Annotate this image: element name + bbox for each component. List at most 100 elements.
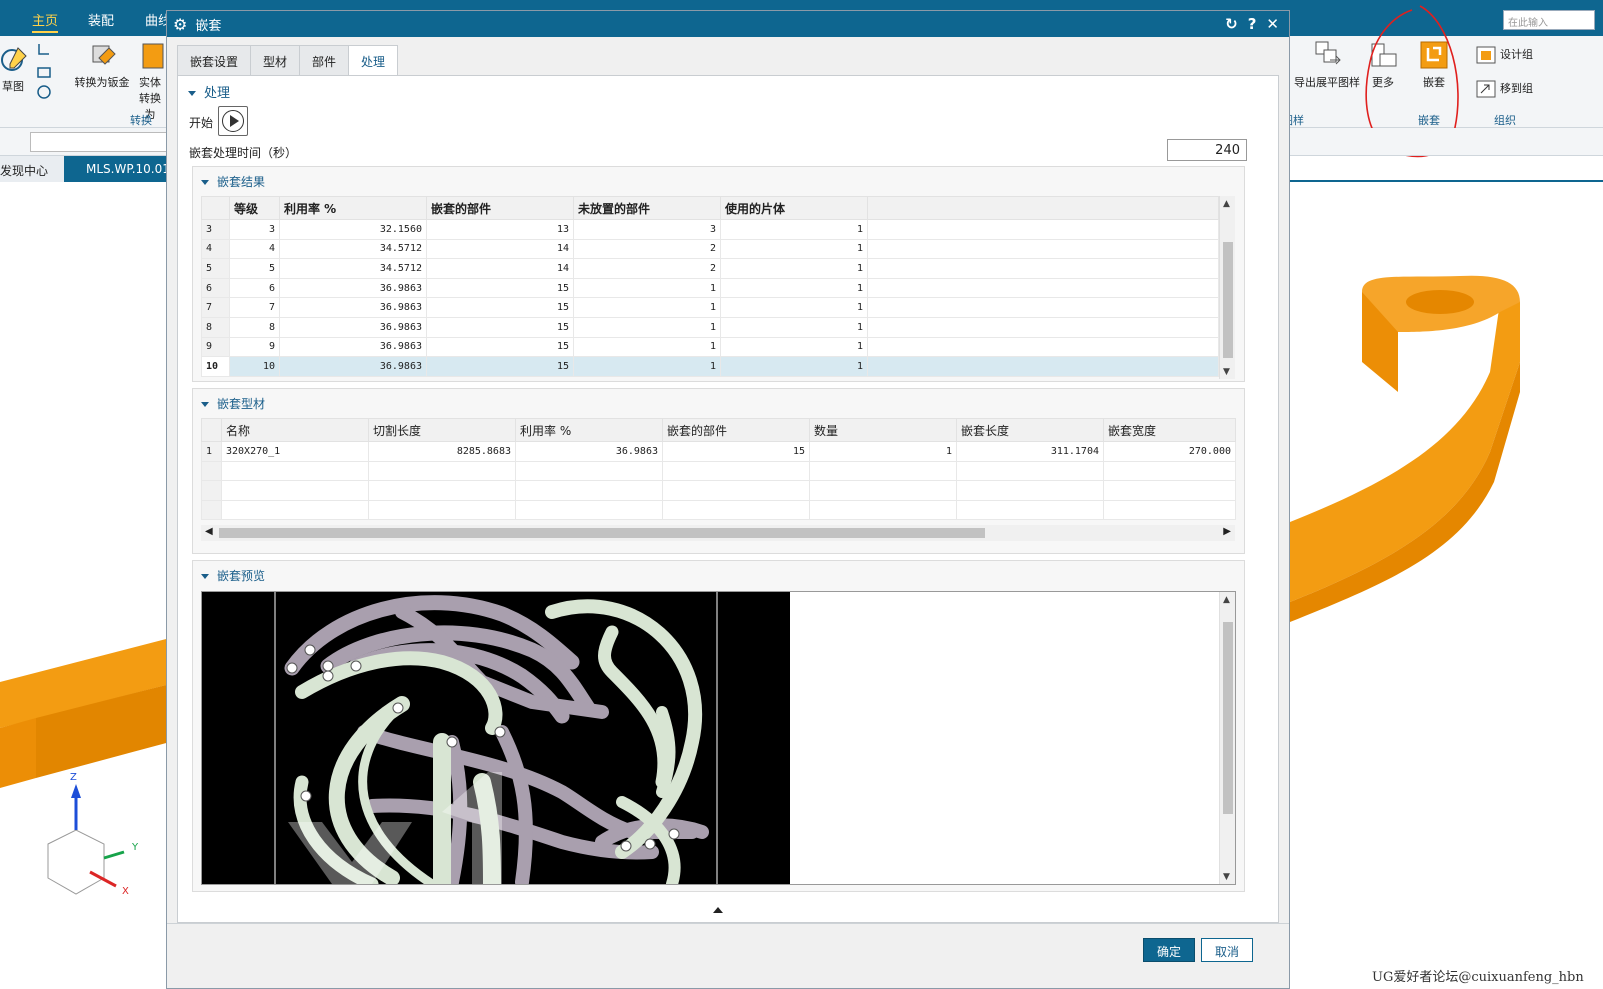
stock-column-header[interactable]: 数量 — [809, 418, 957, 442]
nav-tab-part-file[interactable]: MLS.WP.10.01 — [64, 156, 170, 182]
table-row[interactable]: 1 320X270_1 8285.8683 36.9863 15 1 311.1704 270… — [201, 441, 1236, 462]
table-cell: 270.000 — [1103, 441, 1236, 462]
processing-time-input[interactable]: 240 — [1167, 139, 1247, 161]
section-process-header[interactable]: 处理 — [188, 82, 230, 101]
table-cell — [515, 460, 663, 482]
table-cell: 1 — [720, 238, 868, 260]
table-row[interactable]: 3 3 32.1560 13 3 1 — [201, 219, 1219, 240]
row-number-cell: 10 — [201, 356, 230, 377]
design-group-button[interactable]: 设计组 — [1476, 46, 1546, 64]
table-cell: 2 — [573, 258, 721, 279]
dialog-button-bar: 确定 取消 — [167, 923, 1289, 983]
table-cell: 311.1704 — [956, 441, 1104, 462]
dialog-title-bar: ⚙ 嵌套 ↻ ? ✕ — [167, 11, 1289, 37]
row-number-cell: 4 — [201, 238, 230, 260]
tab-process[interactable]: 处理 — [348, 45, 399, 76]
move-to-group-button[interactable]: 移到组 — [1476, 80, 1556, 98]
scroll-down-icon[interactable]: ▼ — [1223, 872, 1230, 882]
table-cell: 15 — [426, 356, 574, 377]
tab-parts[interactable]: 部件 — [299, 45, 350, 75]
table-cell — [201, 499, 222, 521]
table-cell: 15 — [662, 441, 810, 462]
table-row[interactable]: 4 4 34.5712 14 2 1 — [201, 238, 1219, 260]
nesting-dialog: ⚙ 嵌套 ↻ ? ✕ 嵌套设置 型材 部件 处理 处理 开始 嵌套处理时间（秒）… — [166, 10, 1290, 989]
nesting-preview-label: 嵌套预览 — [217, 569, 266, 583]
tab-stock[interactable]: 型材 — [250, 45, 301, 75]
results-column-header[interactable]: 嵌套的部件 — [426, 196, 574, 220]
nesting-stock-header[interactable]: 嵌套型材 — [201, 395, 265, 412]
table-cell-filler — [867, 356, 1219, 377]
ok-button[interactable]: 确定 — [1143, 938, 1195, 962]
stock-horizontal-scrollbar[interactable]: ◀ ▶ — [201, 525, 1235, 541]
solid-convert-button[interactable]: 实体转换为 — [134, 40, 166, 122]
scroll-up-icon[interactable]: ▲ — [1223, 595, 1230, 605]
table-cell-filler — [867, 219, 1219, 240]
stock-column-header[interactable]: 名称 — [221, 418, 369, 442]
preview-scroll-thumb[interactable] — [1223, 622, 1233, 814]
table-cell: 1 — [809, 441, 957, 462]
app-secondary-toolbar — [0, 128, 170, 156]
results-column-header[interactable]: 等级 — [229, 196, 280, 220]
close-icon[interactable]: ✕ — [1266, 15, 1279, 33]
table-cell — [1103, 499, 1236, 521]
table-cell: 14 — [426, 238, 574, 260]
table-cell: 8 — [229, 316, 280, 338]
results-vertical-scrollbar[interactable]: ▲ ▼ — [1219, 196, 1235, 379]
row-number-cell: 1 — [201, 441, 222, 462]
nesting-preview-canvas[interactable]: ▲ ▼ — [201, 591, 1236, 893]
table-row[interactable]: 7 7 36.9863 15 1 1 — [201, 297, 1219, 318]
table-row[interactable]: 6 6 36.9863 15 1 1 — [201, 277, 1219, 299]
table-row[interactable]: 8 8 36.9863 15 1 1 — [201, 316, 1219, 338]
start-button[interactable] — [218, 106, 248, 136]
convert-to-sheet-metal-label: 转换为钣金 — [74, 76, 130, 89]
table-cell: 14 — [426, 258, 574, 279]
table-row[interactable]: 5 5 34.5712 14 2 1 — [201, 258, 1219, 279]
stock-column-header[interactable]: 嵌套宽度 — [1103, 418, 1236, 442]
tab-assembly[interactable]: 装配 — [88, 10, 114, 29]
results-scroll-thumb[interactable] — [1223, 242, 1233, 358]
table-row[interactable]: 10 10 36.9863 15 1 1 — [201, 356, 1219, 377]
app-search-input[interactable]: 在此输入 — [1503, 10, 1595, 30]
scroll-up-icon[interactable]: ▲ — [1223, 199, 1230, 209]
design-group-icon — [1476, 46, 1496, 64]
sketch-button[interactable]: 草图 — [0, 44, 27, 94]
stock-column-header[interactable]: 嵌套长度 — [956, 418, 1104, 442]
reset-icon[interactable]: ↻ — [1225, 15, 1238, 33]
table-cell: 320X270_1 — [221, 441, 369, 462]
table-cell: 1 — [720, 258, 868, 279]
nesting-preview-header[interactable]: 嵌套预览 — [201, 567, 265, 584]
scroll-right-icon[interactable]: ▶ — [1223, 526, 1231, 537]
results-column-header[interactable]: 未放置的部件 — [573, 196, 721, 220]
results-column-header[interactable]: 使用的片体 — [720, 196, 868, 220]
table-cell — [956, 499, 1104, 521]
table-cell-filler — [867, 297, 1219, 318]
cancel-button[interactable]: 取消 — [1201, 938, 1253, 962]
convert-to-sheet-metal-button[interactable]: 转换为钣金 — [72, 40, 132, 90]
tab-home[interactable]: 主页 — [32, 10, 59, 33]
preview-vertical-scrollbar[interactable]: ▲ ▼ — [1219, 592, 1235, 884]
collapse-panel-icon[interactable] — [713, 907, 723, 913]
row-number-cell: 9 — [201, 336, 230, 358]
results-column-header[interactable]: 利用率 % — [279, 196, 427, 220]
table-cell: 15 — [426, 277, 574, 299]
export-flat-pattern-button[interactable]: 导出展平图样 — [1292, 40, 1362, 90]
tab-nesting-settings[interactable]: 嵌套设置 — [177, 45, 252, 75]
table-cell: 15 — [426, 297, 574, 318]
table-cell — [221, 480, 369, 501]
table-cell: 1 — [720, 297, 868, 318]
scroll-down-icon[interactable]: ▼ — [1223, 367, 1230, 377]
nesting-results-header[interactable]: 嵌套结果 — [201, 173, 265, 190]
row-number-cell: 7 — [201, 297, 230, 318]
table-cell — [368, 499, 516, 521]
help-icon[interactable]: ? — [1248, 15, 1257, 33]
scroll-left-icon[interactable]: ◀ — [205, 526, 213, 537]
nav-tab-discovery[interactable]: 发现中心 — [0, 156, 64, 182]
filter-dropdown[interactable] — [30, 132, 170, 152]
stock-column-header[interactable]: 嵌套的部件 — [662, 418, 810, 442]
move-to-group-label: 移到组 — [1500, 82, 1533, 95]
stock-column-header[interactable]: 切割长度 — [368, 418, 516, 442]
table-row[interactable]: 9 9 36.9863 15 1 1 — [201, 336, 1219, 358]
stock-scroll-thumb[interactable] — [219, 528, 985, 538]
nesting-stock-label: 嵌套型材 — [217, 397, 266, 411]
stock-column-header[interactable]: 利用率 % — [515, 418, 663, 442]
